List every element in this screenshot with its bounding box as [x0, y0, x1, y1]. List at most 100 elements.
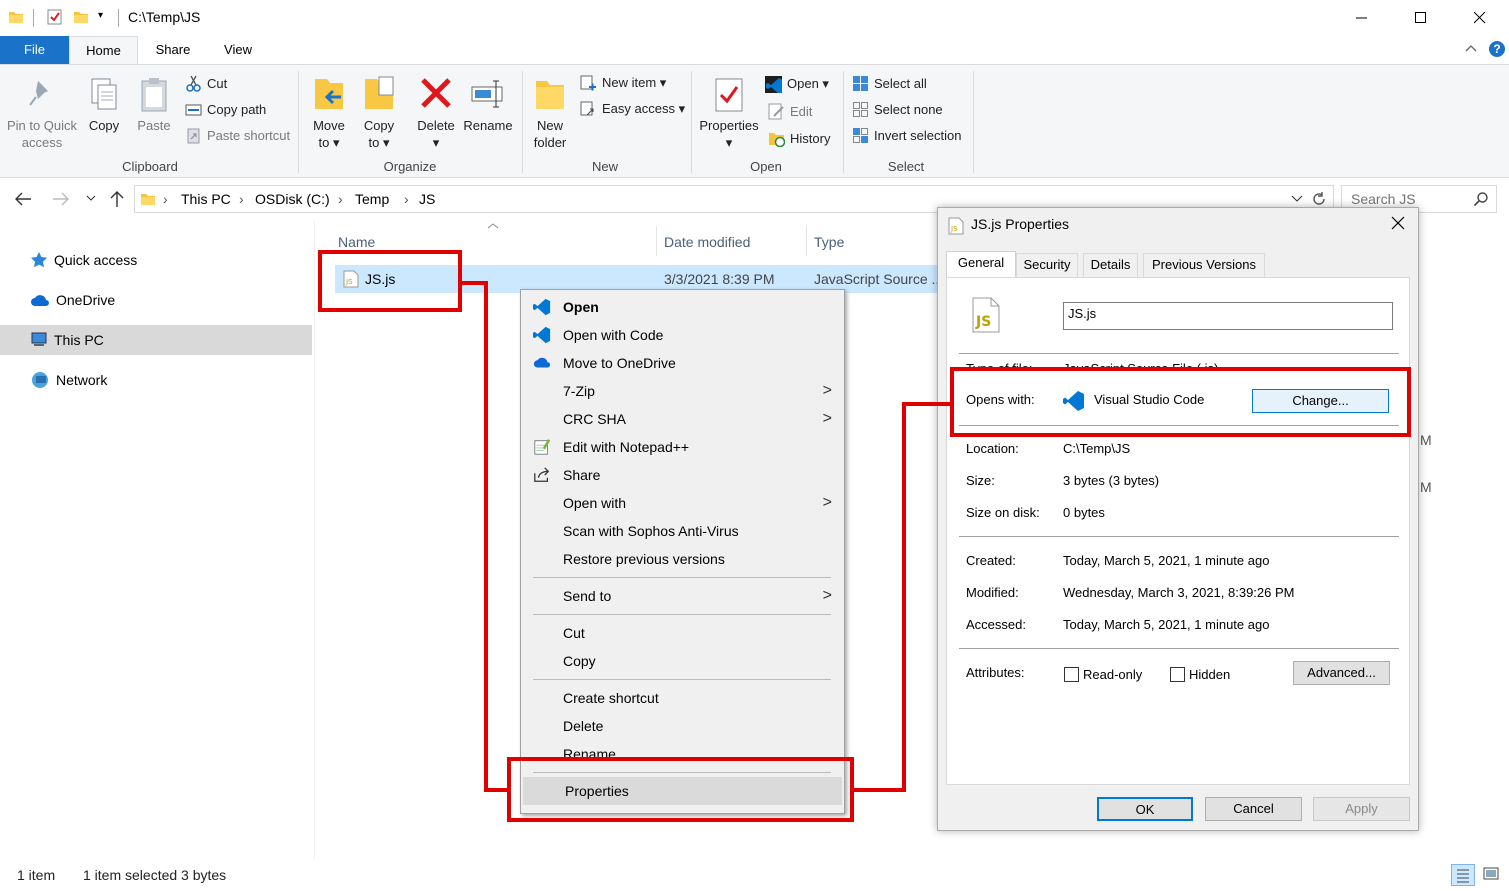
scissors-icon	[186, 75, 201, 92]
breadcrumb-js[interactable]: JS	[419, 191, 435, 207]
chevron-right-icon[interactable]: ›	[404, 191, 409, 207]
tab-security[interactable]: Security	[1016, 253, 1078, 277]
new-folder-quick-icon[interactable]	[73, 9, 89, 25]
breadcrumb-osdisk[interactable]: OSDisk (C:)	[255, 191, 330, 207]
menu-copy[interactable]: Copy	[521, 647, 844, 675]
chevron-right-icon[interactable]: ›	[338, 191, 343, 207]
hidden-checkbox[interactable]	[1170, 667, 1185, 682]
back-arrow-icon[interactable]	[14, 191, 32, 207]
search-icon[interactable]	[1473, 191, 1489, 207]
select-all-button[interactable]: Select all	[852, 72, 927, 94]
dialog-close-icon[interactable]	[1391, 216, 1405, 230]
menu-share[interactable]: Share	[521, 461, 844, 489]
address-dropdown-icon[interactable]	[1291, 195, 1303, 203]
cancel-button[interactable]: Cancel	[1205, 797, 1302, 821]
folder-icon	[8, 9, 24, 25]
new-folder-button[interactable]: New folder	[529, 75, 571, 151]
edit-ribbon-button[interactable]: Edit	[768, 100, 812, 122]
divider	[118, 9, 119, 27]
forward-arrow-icon[interactable]	[52, 191, 70, 207]
clipboard-group-label: Clipboard	[122, 159, 178, 174]
tab-general[interactable]: General	[946, 251, 1016, 279]
readonly-label[interactable]: Read-only	[1083, 667, 1142, 682]
hidden-label[interactable]: Hidden	[1189, 667, 1230, 682]
breadcrumb-temp[interactable]: Temp	[355, 191, 389, 207]
copy-path-button[interactable]: Copy path	[185, 98, 266, 120]
chevron-right-icon[interactable]: ›	[239, 191, 244, 207]
maximize-button[interactable]	[1392, 0, 1450, 36]
details-view-icon	[1457, 869, 1469, 883]
menu-scan-sophos[interactable]: Scan with Sophos Anti-Virus	[521, 517, 844, 545]
pin-quick-access-button[interactable]: Pin to Quick access	[5, 75, 79, 151]
notepad-plus-icon	[534, 439, 551, 455]
nav-network[interactable]: Network	[0, 365, 312, 395]
properties-icon	[711, 75, 747, 113]
large-icons-view-button[interactable]	[1480, 864, 1504, 886]
highlight-file	[318, 250, 462, 312]
history-ribbon-button[interactable]: History	[768, 127, 830, 149]
chevron-right-icon: >	[822, 494, 832, 511]
open-ribbon-button[interactable]: Open ▾	[765, 73, 829, 95]
menu-move-to-onedrive[interactable]: Move to OneDrive	[521, 349, 844, 377]
paste-shortcut-button[interactable]: Paste shortcut	[185, 124, 290, 146]
filename-field[interactable]: JS.js	[1063, 302, 1393, 330]
properties-ribbon-button[interactable]: Properties ▾	[697, 75, 761, 151]
recent-locations-icon[interactable]	[86, 195, 96, 203]
attributes-label: Attributes:	[966, 665, 1025, 680]
apply-button[interactable]: Apply	[1313, 797, 1410, 821]
copy-to-button[interactable]: Copy to ▾	[357, 75, 401, 151]
tab-home[interactable]: Home	[69, 36, 138, 65]
menu-7zip[interactable]: 7-Zip >	[521, 377, 844, 405]
star-icon	[31, 252, 47, 268]
menu-edit-notepad[interactable]: Edit with Notepad++	[521, 433, 844, 461]
advanced-button[interactable]: Advanced...	[1293, 661, 1390, 685]
properties-quick-icon[interactable]	[46, 8, 64, 26]
easy-access-button[interactable]: Easy access ▾	[580, 98, 685, 120]
menu-crc-sha[interactable]: CRC SHA >	[521, 405, 844, 433]
menu-open-with-code[interactable]: Open with Code	[521, 321, 844, 349]
close-button[interactable]	[1451, 0, 1509, 36]
help-icon[interactable]: ?	[1489, 41, 1505, 57]
ok-button[interactable]: OK	[1097, 797, 1193, 821]
menu-cut[interactable]: Cut	[521, 619, 844, 647]
menu-open[interactable]: Open	[521, 293, 844, 321]
details-view-button[interactable]	[1451, 864, 1475, 886]
paste-button[interactable]: Paste	[134, 75, 174, 134]
invert-selection-icon	[853, 127, 868, 143]
vscode-icon	[533, 298, 551, 316]
new-item-button[interactable]: New item ▾	[580, 72, 666, 94]
collapse-ribbon-icon[interactable]	[1464, 42, 1478, 56]
customize-quick-access-icon[interactable]: ▾	[98, 10, 103, 21]
copy-button[interactable]: Copy	[86, 75, 122, 134]
ribbon-tabs: File Home Share View ?	[0, 36, 1509, 65]
sort-up-icon	[487, 222, 499, 230]
minimize-button[interactable]	[1333, 0, 1391, 36]
tab-previous-versions[interactable]: Previous Versions	[1143, 253, 1265, 277]
tab-details[interactable]: Details	[1083, 253, 1138, 277]
rename-button[interactable]: Rename	[463, 75, 513, 134]
breadcrumb-this-pc[interactable]: This PC	[181, 191, 231, 207]
menu-send-to[interactable]: Send to >	[521, 582, 844, 610]
menu-open-with[interactable]: Open with >	[521, 489, 844, 517]
readonly-checkbox[interactable]	[1064, 667, 1079, 682]
tab-file[interactable]: File	[0, 36, 69, 64]
select-none-button[interactable]: Select none	[852, 98, 943, 120]
menu-create-shortcut[interactable]: Create shortcut	[521, 684, 844, 712]
nav-quick-access[interactable]: Quick access	[0, 245, 312, 275]
cut-button[interactable]: Cut	[185, 72, 227, 94]
refresh-icon[interactable]	[1311, 191, 1327, 207]
tab-share[interactable]: Share	[142, 36, 204, 64]
move-to-button[interactable]: Move to ▾	[307, 75, 351, 151]
menu-delete[interactable]: Delete	[521, 712, 844, 740]
nav-onedrive[interactable]: OneDrive	[0, 285, 312, 315]
invert-selection-button[interactable]: Invert selection	[852, 124, 961, 146]
maximize-icon	[1415, 12, 1426, 23]
column-type[interactable]: Type	[814, 233, 844, 257]
up-arrow-icon[interactable]	[109, 190, 125, 208]
chevron-right-icon[interactable]: ›	[163, 191, 168, 207]
delete-button[interactable]: Delete ▾	[414, 75, 458, 151]
nav-this-pc[interactable]: This PC	[0, 325, 312, 355]
tab-view[interactable]: View	[208, 36, 268, 64]
column-date-modified[interactable]: Date modified	[664, 233, 750, 257]
menu-restore-previous[interactable]: Restore previous versions	[521, 545, 844, 573]
